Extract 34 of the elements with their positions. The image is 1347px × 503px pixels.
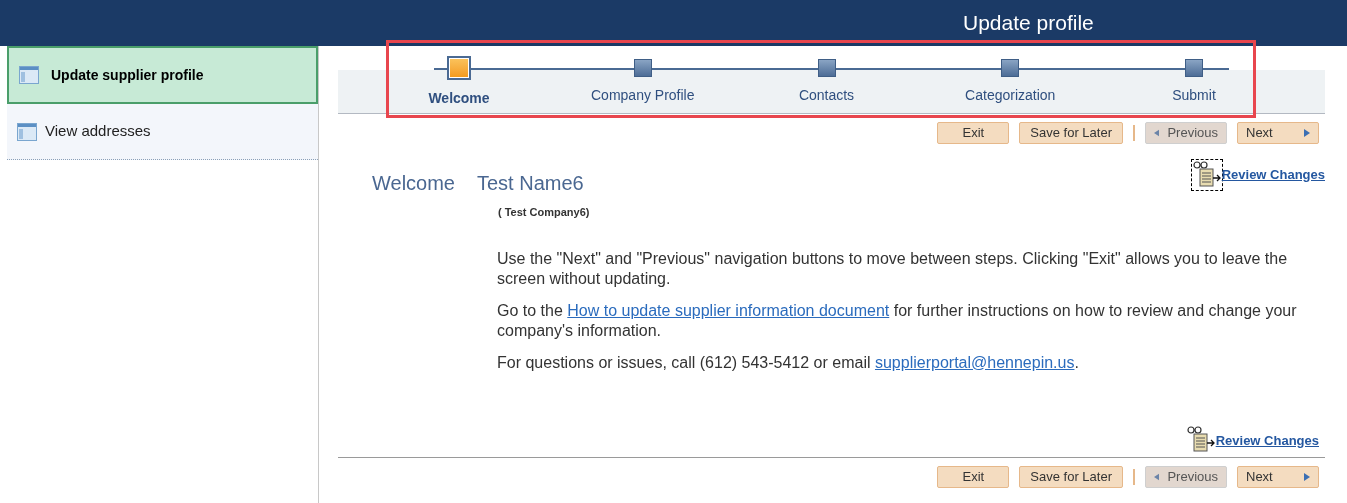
welcome-greeting: Welcome (372, 171, 455, 196)
action-button[interactable]: Save for Later (1019, 122, 1123, 144)
right-arrow-icon (1304, 129, 1310, 137)
step-label[interactable]: Welcome (428, 88, 490, 109)
glasses-document-icon (1191, 160, 1222, 190)
sidebar-item[interactable]: View addresses (7, 104, 318, 160)
review-changes-link[interactable]: Review Changes (1221, 164, 1325, 184)
glasses-document-icon (1185, 424, 1216, 455)
page-title: Update profile (963, 10, 1094, 37)
document-link[interactable]: supplierportal@hennepin.us (874, 353, 1075, 371)
instruction-paragraph: Use the "Next" and "Previous" navigation buttons to move between steps. Clicking "Exit" allows you to leave the screen without updating. (497, 248, 1289, 289)
separator (1133, 468, 1135, 485)
left-arrow-icon (1154, 472, 1160, 481)
action-button[interactable]: Exit (937, 465, 1010, 488)
sidebar-item[interactable]: Update supplier profile (7, 46, 318, 104)
step-label[interactable]: Categorization (965, 85, 1056, 106)
instruction-paragraph: For questions or issues, call (612) 543-5412 or email supplierportal@hennepin.us. (497, 352, 1080, 373)
step-label[interactable]: Submit (1172, 85, 1216, 106)
user-name: Test Name6 (477, 171, 584, 196)
review-changes-link[interactable]: Review Changes (1215, 431, 1319, 451)
next-button[interactable]: Next (1237, 122, 1319, 144)
next-button[interactable]: Next (1237, 465, 1319, 488)
separator (1133, 125, 1135, 141)
company-name: ( Test Company6) (498, 205, 590, 220)
step-label[interactable]: Contacts (798, 85, 855, 106)
window-icon (17, 122, 37, 141)
action-button[interactable]: Exit (937, 122, 1010, 144)
right-arrow-icon (1304, 472, 1310, 481)
window-icon (19, 66, 39, 84)
document-link[interactable]: How to update supplier information document (567, 301, 890, 319)
action-button[interactable]: Save for Later (1019, 465, 1123, 488)
instruction-paragraph: Go to the How to update supplier information document for further instructions on how to review and change your company's information. (497, 300, 1298, 341)
step-label[interactable]: Company Profile (591, 85, 695, 106)
left-arrow-icon (1154, 129, 1160, 137)
